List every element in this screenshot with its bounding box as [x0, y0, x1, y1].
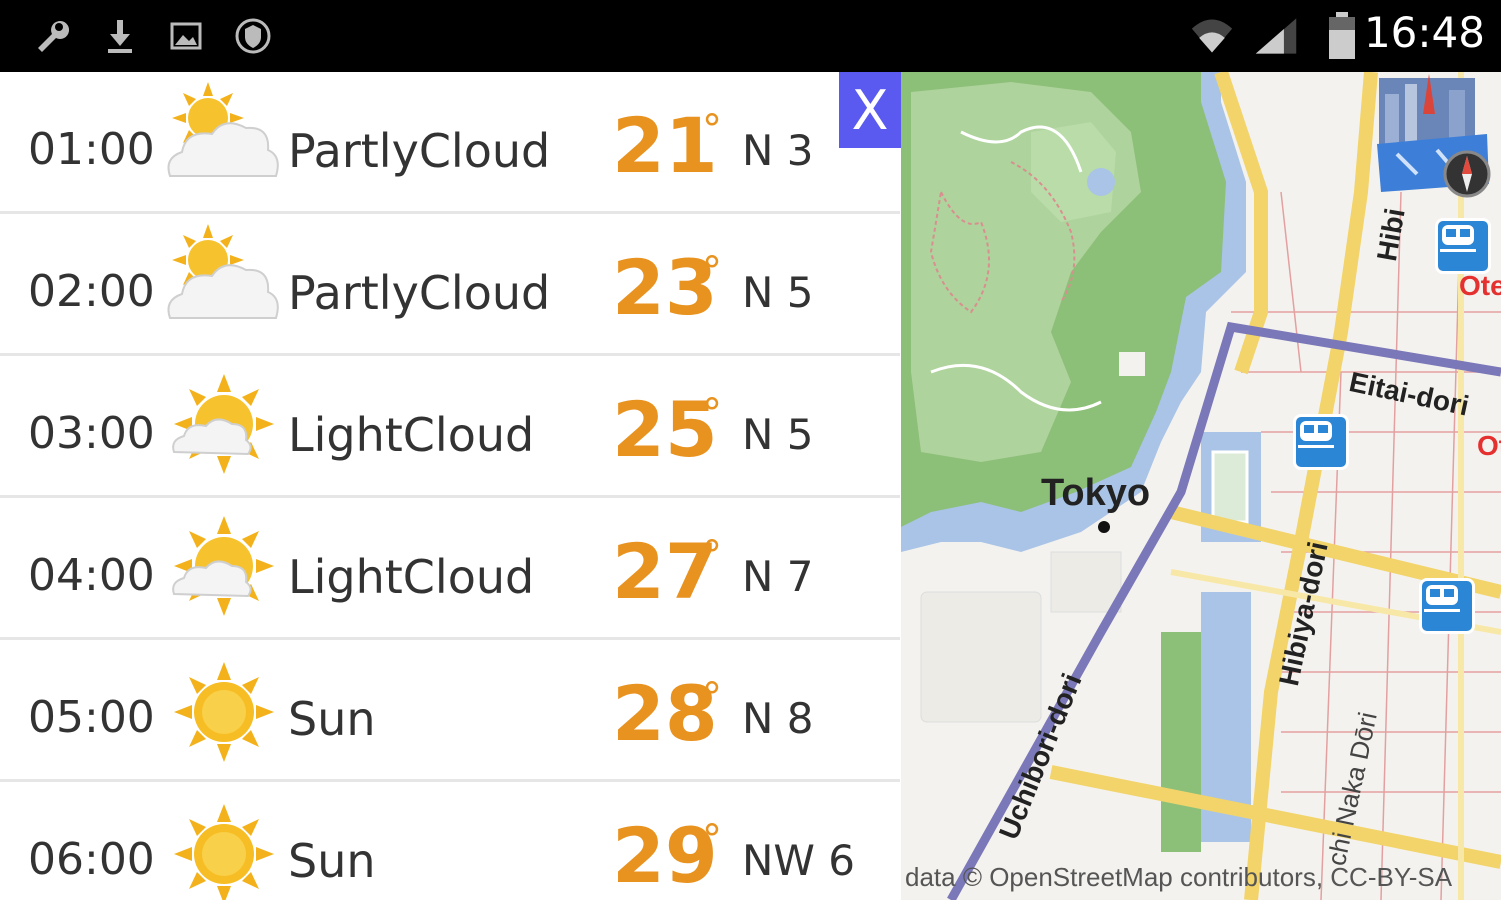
close-button[interactable]: X	[839, 72, 901, 148]
forecast-wind: N 5	[742, 268, 814, 317]
degree-symbol: °	[702, 533, 722, 579]
forecast-row[interactable]: 02:00 PartlyCloud 23 ° N 5	[0, 214, 900, 356]
partly-cloudy-icon	[158, 220, 288, 350]
degree-symbol: °	[702, 107, 722, 153]
forecast-condition: PartlyCloud	[288, 266, 551, 320]
forecast-wind: N 3	[742, 126, 814, 175]
signal-icon	[1254, 14, 1298, 58]
sun-icon	[158, 646, 288, 776]
forecast-condition: LightCloud	[288, 550, 535, 604]
forecast-wind: N 7	[742, 552, 814, 601]
forecast-condition: PartlyCloud	[288, 124, 551, 178]
degree-symbol: °	[702, 249, 722, 295]
degree-symbol: °	[702, 675, 722, 721]
wifi-icon	[1190, 14, 1234, 58]
forecast-row[interactable]: 05:00 Sun 28 ° N 8	[0, 640, 900, 782]
forecast-condition: Sun	[288, 834, 376, 888]
map-view[interactable]: Tokyo Eitai-dori Hibiya-dori Uchibori-do…	[901, 72, 1501, 900]
wrench-icon	[28, 14, 72, 58]
forecast-time: 06:00	[28, 834, 155, 885]
forecast-row[interactable]: 04:00 LightCloud 27 ° N 7	[0, 498, 900, 640]
hourly-forecast-list[interactable]: 01:00 PartlyCloud 21 ° N 3 02:00 PartlyC…	[0, 72, 900, 900]
shield-icon	[231, 14, 275, 58]
forecast-time: 04:00	[28, 550, 155, 601]
forecast-row[interactable]: 06:00 Sun 29 ° NW 6	[0, 782, 900, 900]
forecast-wind: N 5	[742, 410, 814, 459]
map-label-ot: Ot	[1477, 430, 1501, 461]
battery-icon	[1320, 12, 1364, 59]
download-icon	[98, 14, 142, 58]
train-station-icon[interactable]	[1435, 218, 1491, 274]
forecast-row[interactable]: 01:00 PartlyCloud 21 ° N 3	[0, 72, 900, 214]
map-attribution[interactable]: data © OpenStreetMap contributors, CC-BY…	[905, 862, 1452, 893]
light-cloud-icon	[158, 504, 288, 634]
forecast-wind: NW 6	[742, 836, 856, 885]
forecast-time: 02:00	[28, 266, 155, 317]
status-time: 16:48	[1363, 8, 1485, 57]
city-dot-icon	[1098, 521, 1110, 533]
degree-symbol: °	[702, 817, 722, 863]
forecast-condition: Sun	[288, 692, 376, 746]
image-icon	[164, 14, 208, 58]
degree-symbol: °	[702, 391, 722, 437]
forecast-condition: LightCloud	[288, 408, 535, 462]
forecast-wind: N 8	[742, 694, 814, 743]
light-cloud-icon	[158, 362, 288, 492]
forecast-time: 03:00	[28, 408, 155, 459]
train-station-icon[interactable]	[1293, 414, 1349, 470]
app-logo-compass-icon[interactable]	[1377, 74, 1501, 198]
status-bar: 16:48	[0, 0, 1501, 72]
sun-icon	[158, 788, 288, 900]
map-city-label: Tokyo	[1041, 472, 1151, 514]
forecast-row[interactable]: 03:00 LightCloud 25 ° N 5	[0, 356, 900, 498]
train-station-icon[interactable]	[1419, 578, 1475, 634]
forecast-time: 05:00	[28, 692, 155, 743]
partly-cloudy-icon	[158, 78, 288, 208]
map-label-ote: Ote	[1459, 270, 1501, 301]
forecast-time: 01:00	[28, 124, 155, 175]
